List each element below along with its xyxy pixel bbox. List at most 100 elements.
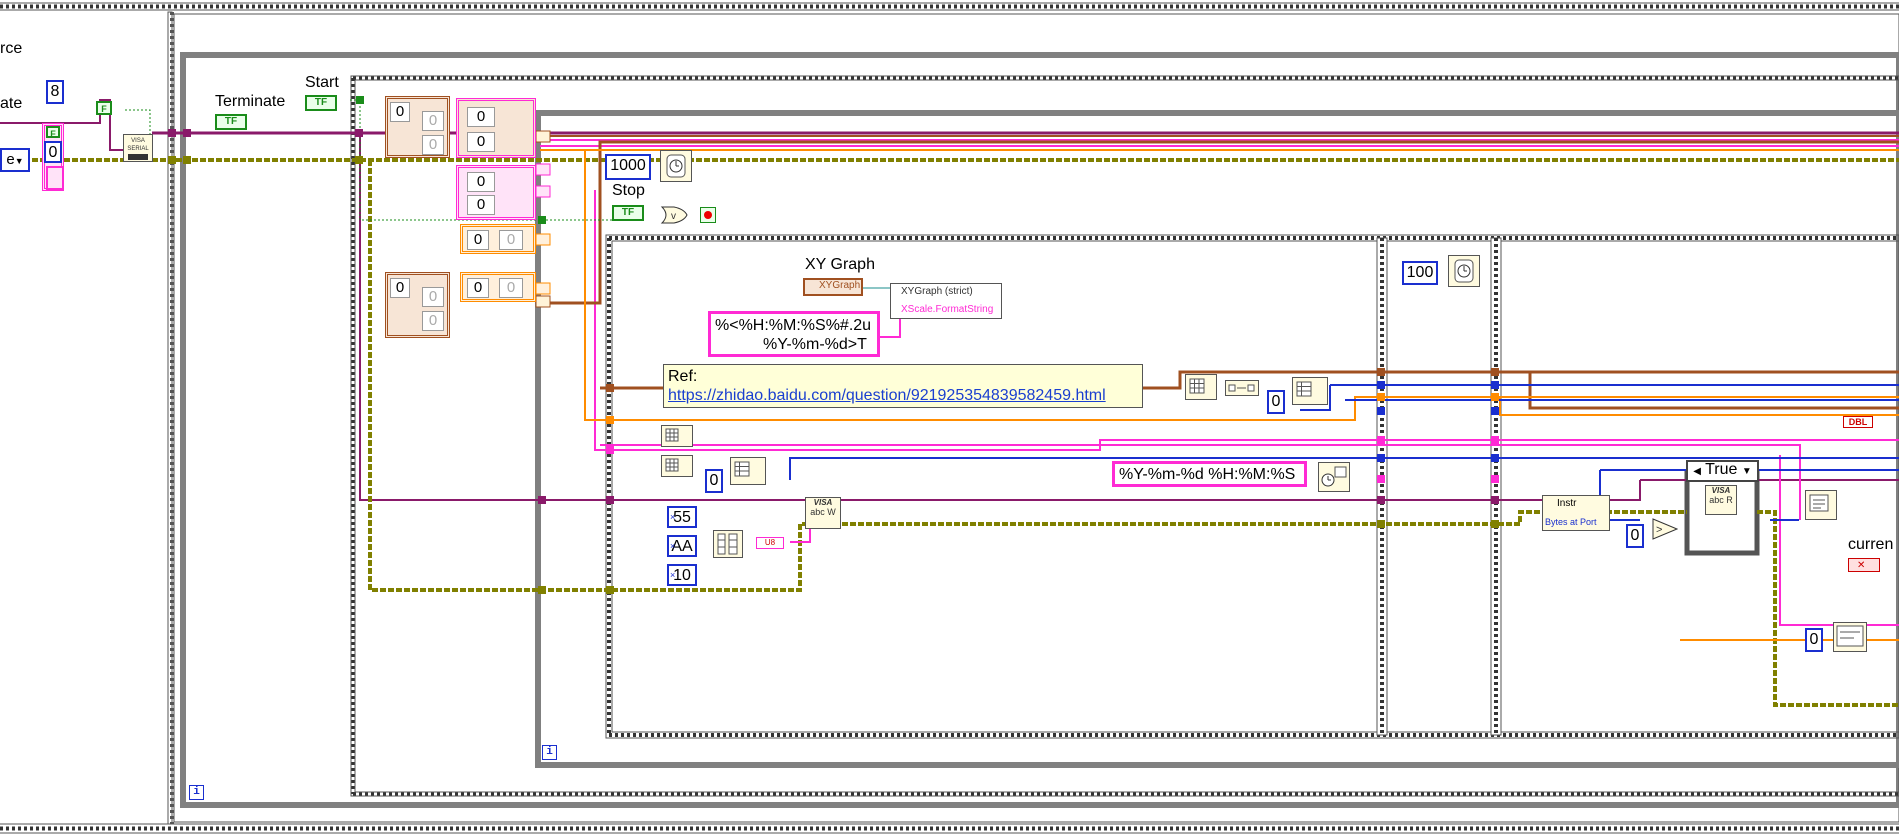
- number-to-string-node[interactable]: [1833, 622, 1867, 652]
- cluster-constant-3[interactable]: 0 0: [456, 165, 536, 220]
- block-diagram-canvas: [0, 0, 1899, 834]
- serial-port-icon: [128, 154, 148, 160]
- string-to-number-node[interactable]: [1805, 490, 1837, 520]
- string-constant-empty[interactable]: [46, 166, 64, 190]
- visa-serial-text: VISA SERIAL: [127, 138, 149, 152]
- u8-to-string-node[interactable]: U8: [756, 537, 784, 549]
- greater-than-node[interactable]: >: [1652, 518, 1679, 540]
- greater-than-icon: >: [1652, 518, 1679, 540]
- dbl-conversion-node[interactable]: DBL: [1843, 416, 1873, 428]
- format-string-constant[interactable]: %<%H:%M:%S%#.2u %Y-%m-%d>T: [708, 311, 880, 357]
- cluster-constant-4[interactable]: 0 0: [460, 224, 536, 254]
- xy-graph-property-node[interactable]: XYGraph (strict) XScale.FormatString: [890, 283, 1002, 319]
- property-xscale-format[interactable]: XScale.FormatString: [901, 304, 993, 315]
- svg-text:>: >: [1656, 524, 1662, 536]
- cluster6-cell-2[interactable]: 0: [499, 278, 523, 298]
- timeout-constant[interactable]: 0: [44, 141, 62, 163]
- cluster-constant-2[interactable]: 0 0: [456, 98, 536, 158]
- index-array-node-2[interactable]: [1292, 377, 1328, 405]
- array-grid-icon-2: [665, 428, 679, 442]
- cluster1-cell-2[interactable]: 0: [422, 111, 444, 131]
- close-x-icon: ✕: [1857, 560, 1866, 571]
- terminate-control[interactable]: TF: [215, 114, 247, 130]
- index-constant-2[interactable]: 0: [705, 469, 723, 493]
- array-node-4[interactable]: [661, 455, 693, 477]
- hex-constant-aa[interactable]: AA: [667, 535, 697, 557]
- cluster4-cell-2[interactable]: 0: [499, 230, 523, 250]
- xy-graph-reference[interactable]: XYGraph: [803, 278, 863, 296]
- cluster2-cell-1[interactable]: 0: [467, 107, 495, 127]
- or-function-node[interactable]: v: [660, 206, 688, 224]
- cluster6-cell-1[interactable]: 0: [467, 278, 489, 298]
- write-abc-icon: abc W: [810, 507, 836, 517]
- array-grid-icon-3: [665, 458, 679, 472]
- or-gate-icon: v: [660, 206, 688, 224]
- reference-comment: Ref: https://zhidao.baidu.com/question/9…: [663, 364, 1143, 408]
- time-format-string-constant[interactable]: %Y-%m-%d %H:%M:%S: [1112, 461, 1307, 487]
- cluster-constant-5[interactable]: 0 0 0: [385, 272, 450, 338]
- cluster2-cell-2[interactable]: 0: [467, 132, 495, 152]
- index-array-node-5[interactable]: [730, 457, 766, 485]
- index-array-icon-2: [734, 461, 750, 477]
- cluster3-cell-2[interactable]: 0: [467, 195, 495, 215]
- arrow-right-icon: [1228, 384, 1255, 392]
- bytes-at-port-property[interactable]: Bytes at Port: [1545, 517, 1597, 527]
- cluster-constant-1[interactable]: 0 0 0: [385, 96, 450, 158]
- wait-ms-node[interactable]: [660, 150, 692, 182]
- case-selector[interactable]: ◀ True ▼: [1686, 460, 1759, 482]
- cluster3-cell-1[interactable]: 0: [467, 172, 495, 192]
- visa-configure-serial-node[interactable]: VISA SERIAL: [123, 134, 153, 162]
- parity-constant[interactable]: e▼: [0, 148, 30, 172]
- data-bits-constant[interactable]: 8: [46, 80, 64, 104]
- current-label-partial: curren: [1848, 536, 1894, 553]
- read-abc-icon: abc R: [1709, 495, 1733, 505]
- outer-loop-iteration-terminal: i: [189, 785, 204, 800]
- wait-clock-icon: [666, 154, 686, 178]
- hex-constant-55[interactable]: 55: [667, 506, 697, 528]
- clock-format-icon: [1321, 466, 1347, 487]
- wait-100-node[interactable]: [1448, 255, 1480, 287]
- cluster5-cell-2[interactable]: 0: [422, 287, 444, 307]
- inner-loop-iteration-terminal: i: [542, 745, 557, 760]
- index-array-icon: [1296, 381, 1312, 397]
- false-constant-1[interactable]: F: [96, 101, 112, 115]
- index-constant-1[interactable]: 0: [1267, 390, 1285, 414]
- array-index-node-1[interactable]: [1185, 374, 1217, 400]
- cluster-constant-6[interactable]: 0 0: [460, 272, 536, 302]
- cluster5-cell-1[interactable]: 0: [390, 278, 410, 298]
- svg-text:v: v: [671, 211, 676, 222]
- visa-write-node[interactable]: VISA abc W: [805, 497, 841, 529]
- wait-ms-constant[interactable]: 1000: [605, 154, 651, 180]
- cluster4-cell-1[interactable]: 0: [467, 230, 489, 250]
- start-label: Start: [305, 74, 339, 91]
- build-array-node[interactable]: [713, 530, 743, 558]
- case-selected-value: True: [1705, 461, 1738, 478]
- property-node-class: XYGraph (strict): [901, 286, 973, 297]
- string-parse-icon: [1809, 494, 1829, 512]
- visa-property-node[interactable]: Instr Bytes at Port: [1542, 495, 1610, 531]
- ref-url-link[interactable]: https://zhidao.baidu.com/question/921925…: [668, 386, 1138, 405]
- loop-condition-terminal[interactable]: [700, 207, 716, 223]
- wait-100-constant[interactable]: 100: [1402, 261, 1438, 285]
- start-control[interactable]: TF: [305, 95, 337, 111]
- cluster5-cell-3[interactable]: 0: [422, 311, 444, 331]
- false-constant-2[interactable]: F: [46, 126, 60, 139]
- format-string-line1: %<%H:%M:%S%#.2u: [715, 317, 872, 334]
- current-indicator[interactable]: ✕: [1848, 558, 1880, 572]
- case-dropdown-icon: ▼: [1741, 466, 1752, 477]
- cluster1-cell-1[interactable]: 0: [390, 102, 410, 122]
- format-date-time-node[interactable]: [1318, 462, 1350, 492]
- parity-value: e: [6, 151, 15, 168]
- cluster1-cell-3[interactable]: 0: [422, 135, 444, 155]
- instr-class-label: Instr: [1557, 498, 1577, 509]
- stop-control[interactable]: TF: [612, 205, 644, 221]
- visa-read-node[interactable]: VISA abc R: [1705, 485, 1737, 515]
- compare-zero-constant[interactable]: 0: [1626, 524, 1644, 548]
- dropdown-arrow-icon: ▼: [14, 156, 24, 166]
- format-number-icon: [1836, 625, 1864, 647]
- hex-constant-10[interactable]: 10: [667, 564, 697, 586]
- array-grid-icon: [1189, 378, 1205, 394]
- convert-node[interactable]: [1225, 380, 1259, 396]
- array-node-3[interactable]: [661, 425, 693, 447]
- index-constant-3[interactable]: 0: [1805, 628, 1823, 652]
